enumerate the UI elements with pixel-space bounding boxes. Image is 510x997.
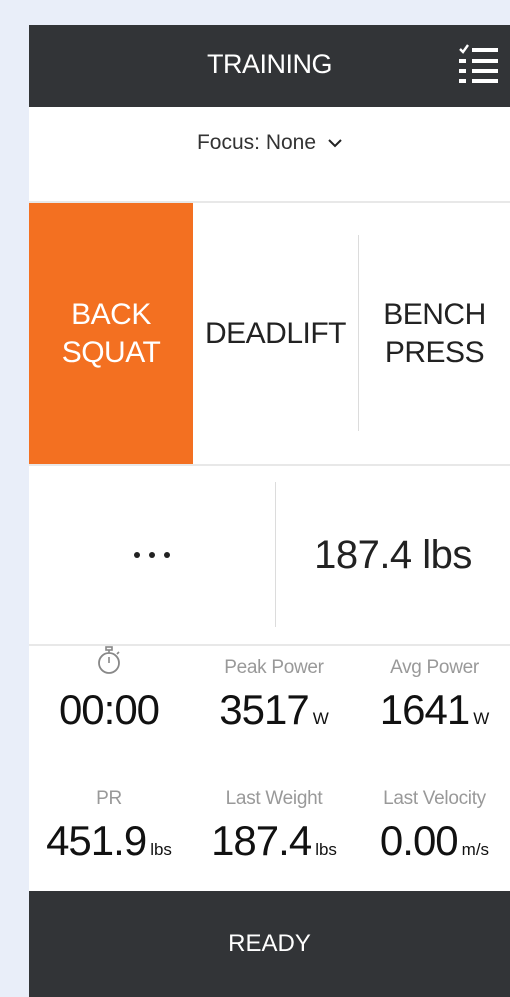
ready-label: READY [228, 930, 311, 957]
stat-label: Peak Power [224, 657, 324, 678]
stat-label: PR [96, 788, 122, 809]
exercise-back-squat[interactable]: BACK SQUAT [29, 203, 193, 464]
stat-unit: W [473, 709, 490, 728]
stat-label: Last Velocity [383, 788, 486, 809]
pr-stat: PR 451.9 lbs [29, 787, 189, 865]
avg-power-stat: Avg Power 1641 W [359, 656, 510, 734]
more-button[interactable] [29, 466, 275, 644]
stat-label: Last Weight [225, 788, 323, 809]
exercise-deadlift[interactable]: DEADLIFT [193, 203, 358, 464]
focus-label: Focus: None [196, 131, 317, 154]
exercise-label: BENCH PRESS [383, 297, 486, 369]
header-bar: TRAINING [29, 25, 510, 107]
stopwatch-icon [98, 646, 120, 674]
stat-unit: m/s [461, 840, 490, 859]
last-weight-stat: Last Weight 187.4 lbs [194, 787, 354, 865]
page-title: TRAINING [206, 49, 333, 79]
stat-value: 3517 [219, 686, 309, 733]
exercise-selector: BACK SQUAT DEADLIFT BENCH PRESS [29, 203, 510, 466]
peak-power-stat: Peak Power 3517 W [194, 656, 354, 734]
stat-value: 0.00 [379, 817, 459, 864]
ready-button[interactable]: READY [29, 891, 510, 997]
stat-unit: W [312, 709, 329, 728]
weight-row: 187.4 lbs [29, 466, 510, 646]
chevron-down-icon [328, 139, 342, 148]
focus-dropdown[interactable]: Focus: None [29, 107, 510, 179]
exercise-label: DEADLIFT [204, 316, 347, 350]
more-dots-icon [134, 552, 170, 558]
stat-unit: lbs [150, 840, 172, 859]
timer-stat: 00:00 [29, 646, 189, 734]
stat-label: Avg Power [390, 657, 479, 678]
focus-row: Focus: None [29, 107, 510, 203]
stat-unit: lbs [315, 840, 337, 859]
weight-value[interactable]: 187.4 lbs [276, 466, 510, 644]
timer-value: 00:00 [58, 686, 160, 733]
exercise-label: BACK SQUAT [61, 297, 161, 369]
checklist-menu-icon[interactable] [457, 42, 499, 88]
stat-value: 1641 [379, 686, 470, 733]
stat-value: 187.4 [211, 817, 312, 864]
stat-value: 451.9 [46, 817, 147, 864]
last-velocity-stat: Last Velocity 0.00 m/s [359, 787, 510, 865]
training-screen: TRAINING Focus: None BACK SQUAT DEADLIFT [29, 25, 510, 997]
exercise-bench-press[interactable]: BENCH PRESS [359, 203, 510, 464]
